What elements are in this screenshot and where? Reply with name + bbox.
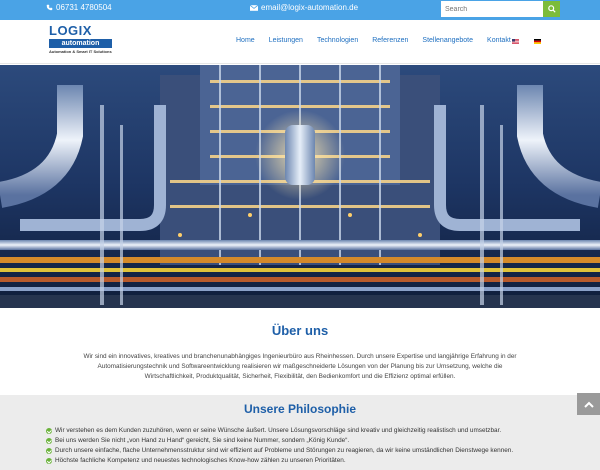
main-nav: Home Leistungen Technologien Referenzen … [236,37,525,44]
top-bar: 06731 4780504 email@logix-automation.de [0,0,600,20]
envelope-icon [250,4,258,11]
email-contact[interactable]: email@logix-automation.de [250,3,358,12]
about-line-2: Automatisierungstechnik und Softwareentw… [97,363,503,370]
site-logo[interactable]: LOGIX automation Automation & Smart IT S… [49,23,121,61]
list-item: Wir verstehen es dem Kunden zuzuhören, w… [46,426,513,436]
logo-tagline: Automation & Smart IT Solutions [49,49,112,54]
nav-item-kontakt[interactable]: Kontakt [487,37,511,44]
about-title: Über uns [271,323,329,338]
check-circle-icon [46,428,52,434]
philosophy-list: Wir verstehen es dem Kunden zuzuhören, w… [46,426,513,466]
list-item-text: Durch unsere einfache, flache Unternehme… [55,447,514,454]
about-line-1: Wir sind ein innovatives, kreatives und … [83,353,517,360]
hero-image [0,65,600,308]
logo-word: LOGIX [49,23,92,38]
list-item: Bei uns werden Sie nicht „von Hand zu Ha… [46,436,513,446]
philosophy-title: Unsere Philosophie [243,402,357,416]
list-item: Durch unsere einfache, flache Unternehme… [46,446,513,456]
german-flag-icon[interactable] [534,39,541,44]
nav-item-technologien[interactable]: Technologien [317,37,358,44]
phone-icon [46,4,53,11]
nav-item-stellenangebote[interactable]: Stellenangebote [422,37,473,44]
email-address[interactable]: email@logix-automation.de [261,3,358,12]
english-flag-icon[interactable] [512,39,519,44]
about-line-3: Wirtschaftlichkeit, Produktqualität, Sic… [144,373,456,380]
list-item-text: Höchste fachliche Kompetenz und neuestes… [55,457,346,464]
check-circle-icon [46,458,52,464]
list-item-text: Wir verstehen es dem Kunden zuzuhören, w… [55,427,502,434]
about-text: Wir sind ein innovatives, kreatives und … [48,352,552,382]
logo-sub: automation [49,39,112,48]
check-circle-icon [46,438,52,444]
search-button[interactable] [543,1,560,17]
nav-item-leistungen[interactable]: Leistungen [269,37,303,44]
check-circle-icon [46,448,52,454]
phone-number[interactable]: 06731 4780504 [56,3,112,12]
scroll-to-top-button[interactable] [577,393,600,415]
nav-item-home[interactable]: Home [236,37,255,44]
nav-item-referenzen[interactable]: Referenzen [372,37,408,44]
industrial-plant-illustration [0,65,600,308]
site-header: LOGIX automation Automation & Smart IT S… [0,20,600,64]
philosophy-section: Unsere Philosophie Wir verstehen es dem … [0,395,600,470]
list-item: Höchste fachliche Kompetenz und neuestes… [46,456,513,466]
list-item-text: Bei uns werden Sie nicht „von Hand zu Ha… [55,437,350,444]
phone-contact[interactable]: 06731 4780504 [46,3,112,12]
chevron-up-icon [583,401,594,408]
search-input[interactable] [441,1,543,17]
search-icon [547,5,556,13]
